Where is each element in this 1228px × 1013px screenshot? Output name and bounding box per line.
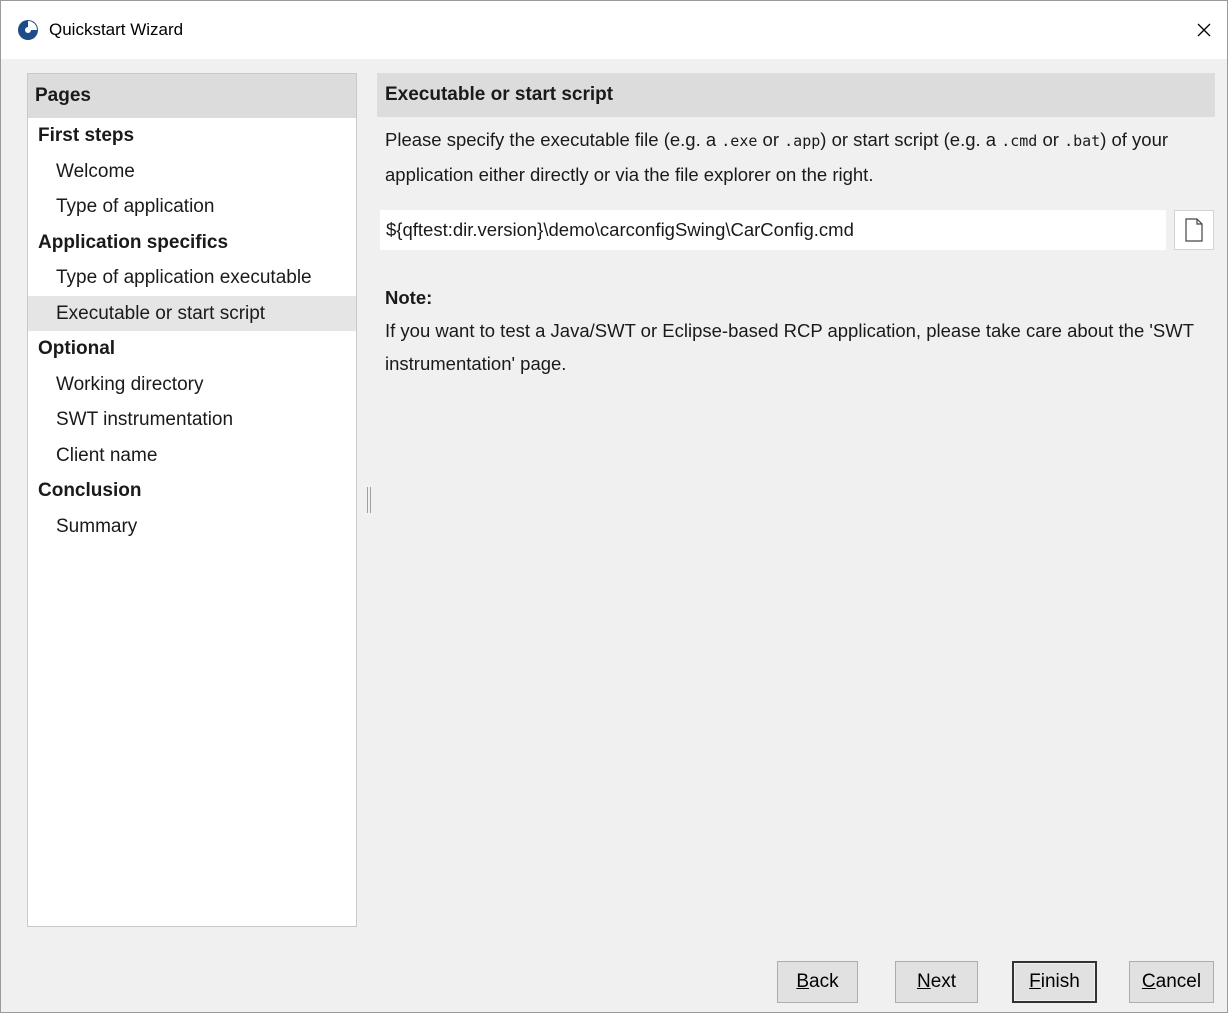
splitter-handle[interactable] xyxy=(367,487,371,513)
description-part: or xyxy=(1037,129,1065,150)
nav-item-type-of-application-executable[interactable]: Type of application executable xyxy=(28,260,356,296)
note-block: Note: If you want to test a Java/SWT or … xyxy=(385,281,1205,380)
nav-item-swt-instrumentation[interactable]: SWT instrumentation xyxy=(28,402,356,438)
next-mnemonic: N xyxy=(916,971,931,992)
content-header: Executable or start script xyxy=(377,73,1215,117)
nav-item-working-directory[interactable]: Working directory xyxy=(28,367,356,403)
close-icon xyxy=(1197,23,1211,37)
pages-header: Pages xyxy=(28,74,356,118)
next-label: ext xyxy=(930,971,957,992)
description-part: or xyxy=(757,129,785,150)
browse-file-button[interactable] xyxy=(1174,210,1214,250)
description-part: ) or start script (e.g. a xyxy=(820,129,1002,150)
cancel-button[interactable]: Cancel xyxy=(1129,961,1214,1003)
description-text: Please specify the executable file (e.g.… xyxy=(385,123,1205,191)
nav-item-welcome[interactable]: Welcome xyxy=(28,154,356,190)
nav-section-conclusion: Conclusion xyxy=(38,480,142,501)
back-label: ack xyxy=(809,971,839,992)
back-mnemonic: B xyxy=(796,971,810,992)
finish-mnemonic: F xyxy=(1029,971,1041,992)
nav-section-application-specifics: Application specifics xyxy=(38,231,229,253)
cancel-mnemonic: C xyxy=(1141,971,1156,992)
back-button[interactable]: Back xyxy=(777,961,858,1003)
file-icon xyxy=(1185,218,1203,242)
cancel-label: ancel xyxy=(1155,971,1202,992)
description-part: Please specify the executable file (e.g.… xyxy=(385,129,722,150)
window-title: Quickstart Wizard xyxy=(49,20,184,39)
code-exe: .exe xyxy=(721,132,758,150)
note-title: Note: xyxy=(385,287,433,308)
finish-label: inish xyxy=(1040,971,1080,992)
nav-item-client-name[interactable]: Client name xyxy=(28,438,356,474)
note-text: If you want to test a Java/SWT or Eclips… xyxy=(385,320,1194,374)
nav-item-executable-or-start-script[interactable]: Executable or start script xyxy=(28,295,356,331)
code-bat: .bat xyxy=(1064,132,1101,150)
nav-section-first-steps: First steps xyxy=(38,125,135,146)
nav-item-type-of-application[interactable]: Type of application xyxy=(28,189,356,225)
pages-panel: Pages First steps Welcome Type of applic… xyxy=(27,73,357,927)
finish-button[interactable]: Finish xyxy=(1012,961,1097,1003)
quickstart-app-icon xyxy=(18,20,38,40)
code-cmd: .cmd xyxy=(1001,132,1038,150)
code-app: .app xyxy=(784,132,821,150)
close-button[interactable] xyxy=(1181,1,1227,59)
nav-section-optional: Optional xyxy=(38,338,116,359)
nav-item-summary[interactable]: Summary xyxy=(28,509,356,545)
title-bar: Quickstart Wizard xyxy=(1,1,1227,59)
quickstart-wizard-window: Quickstart Wizard Pages First steps Welc… xyxy=(0,0,1228,1013)
path-row xyxy=(380,210,1214,250)
pages-nav: First steps Welcome Type of application … xyxy=(28,118,356,544)
executable-path-input[interactable] xyxy=(380,210,1166,250)
content-panel: Executable or start script Please specif… xyxy=(377,73,1215,374)
next-button[interactable]: Next xyxy=(895,961,978,1003)
